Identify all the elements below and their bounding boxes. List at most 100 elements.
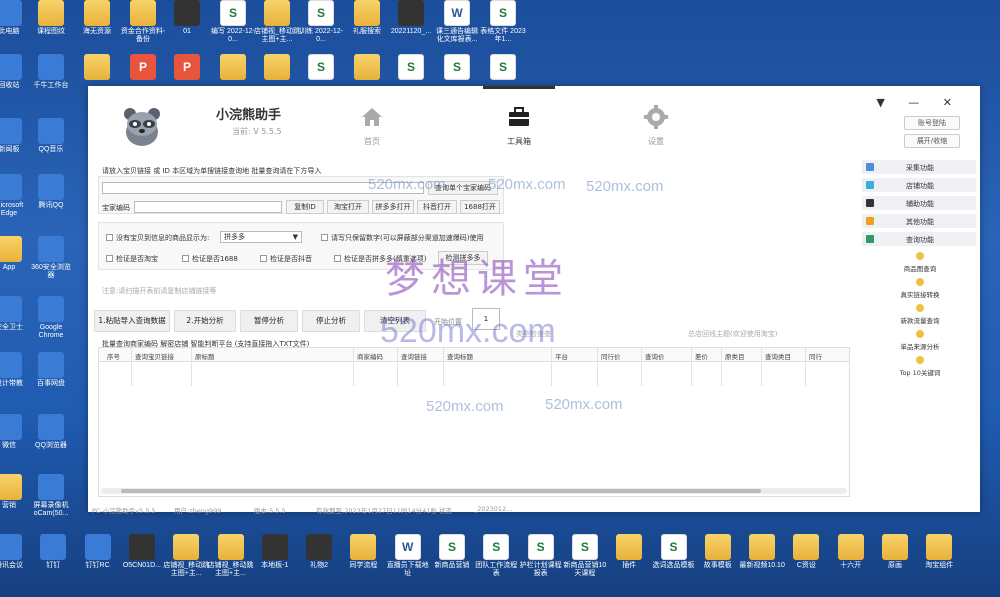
tab-home[interactable]: 首页 <box>342 104 402 147</box>
desktop-icon[interactable]: 20221120_... <box>388 0 434 36</box>
sidebar-feature-item[interactable]: 商品图查询 <box>882 252 958 273</box>
desktop-icon[interactable]: 故事模板 <box>695 534 741 570</box>
desktop-icon[interactable]: S 编写 2022-12-0... <box>210 0 256 44</box>
import-data-button[interactable]: 1.粘贴导入查询数据 <box>94 310 170 332</box>
desktop-icon[interactable]: 屏幕录像机 oCam(50... <box>28 474 74 518</box>
table-column-header[interactable]: 查询宝贝链接 <box>135 351 174 361</box>
desktop-icon[interactable]: 店铺视_移动跳主图+主... <box>163 534 209 578</box>
desktop-icon[interactable]: 千牛工作台 <box>28 54 74 90</box>
sidebar-menu-item[interactable]: 查询功能 <box>862 232 976 247</box>
start-analysis-button[interactable]: 2.开始分析 <box>174 310 236 332</box>
table-column-header[interactable]: 平台 <box>555 351 568 361</box>
desktop-icon[interactable]: 店铺视_移动跳主图+主... <box>208 534 254 578</box>
table-column-header[interactable]: 原类目 <box>725 351 745 361</box>
desktop-icon[interactable]: 同学流程 <box>340 534 386 570</box>
desktop-icon[interactable]: 360安全浏览器 <box>28 236 74 280</box>
login-button[interactable]: 账号登陆 <box>904 116 960 130</box>
desktop-icon[interactable]: C资设 <box>783 534 829 570</box>
tab-settings[interactable]: 设置 <box>626 104 686 147</box>
sidebar-feature-item[interactable]: 真实链接转换 <box>882 278 958 299</box>
results-table[interactable]: 序号 查询宝贝链接 原标题 商家编码 查询链接 查询标题 平台 同行价 查询价 差价 原类目 查询类目… <box>98 347 850 497</box>
desktop-icon[interactable] <box>74 54 120 82</box>
fallback-display-checkbox[interactable]: 没有宝贝到信息的商品显示为: <box>106 233 209 243</box>
copy-id-button[interactable]: 复制ID <box>286 200 324 214</box>
desktop-icon[interactable]: 课程图纹 <box>28 0 74 36</box>
open-pinduoduo-button[interactable]: 拼多多打开 <box>372 200 414 214</box>
desktop-icon[interactable]: 01 <box>164 0 210 36</box>
desktop-icon[interactable]: S <box>480 54 526 82</box>
desktop-icon[interactable]: 海无资源 <box>74 0 120 36</box>
table-column-header[interactable]: 查询价 <box>645 351 665 361</box>
sidebar-menu-item[interactable]: 采集功能 <box>862 160 976 175</box>
desktop-icon[interactable] <box>344 54 390 82</box>
verify-taobao-checkbox[interactable]: 检证是否淘宝 <box>106 254 158 264</box>
desktop-icon[interactable]: P <box>120 54 166 82</box>
desktop-icon[interactable]: 百事网盘 <box>28 352 74 388</box>
sidebar-menu-item[interactable]: 辅助功能 <box>862 196 976 211</box>
fallback-platform-select[interactable]: 拼多多 ▼ <box>220 231 302 243</box>
table-column-header[interactable]: 序号 <box>107 351 120 361</box>
desktop-icon[interactable]: Google Chrome <box>28 296 74 340</box>
sidebar-feature-item[interactable]: 单品来源分析 <box>882 330 958 351</box>
table-column-header[interactable]: 原标题 <box>195 351 215 361</box>
query-single-button[interactable]: 查询单个宝家编码 <box>428 181 498 195</box>
desktop-icon[interactable]: O5CN01D... <box>119 534 165 570</box>
desktop-icon[interactable] <box>210 54 256 82</box>
desktop-icon[interactable]: S 表格文件 2023年1... <box>480 0 526 44</box>
table-column-header[interactable]: 查询标题 <box>447 351 473 361</box>
desktop-icon[interactable]: 最新视频10.10 <box>739 534 785 570</box>
desktop-icon[interactable]: S <box>388 54 434 82</box>
table-column-header[interactable]: 商家编码 <box>357 351 383 361</box>
desktop-icon[interactable]: 资金合作资料-备份 <box>120 0 166 44</box>
table-column-header[interactable]: 同行价 <box>601 351 621 361</box>
desktop-icon[interactable]: S 新商品营销10天课程 <box>562 534 608 578</box>
desktop-icon[interactable]: 腾讯QQ <box>28 174 74 210</box>
link-input[interactable] <box>102 182 424 194</box>
open-douyin-button[interactable]: 抖音打开 <box>417 200 457 214</box>
desktop-icon[interactable]: S <box>434 54 480 82</box>
scrollbar-thumb[interactable] <box>121 489 761 493</box>
open-1688-button[interactable]: 1688打开 <box>460 200 500 214</box>
table-column-header[interactable]: 查询链接 <box>401 351 427 361</box>
verify-1688-checkbox[interactable]: 检证是否1688 <box>182 254 238 264</box>
desktop-icon[interactable]: S 训练 2022-12-0... <box>298 0 344 44</box>
horizontal-scrollbar[interactable] <box>101 488 847 494</box>
desktop-icon[interactable]: 原画 <box>872 534 918 570</box>
table-column-header[interactable]: 同行 <box>809 351 822 361</box>
desktop-icon[interactable]: S 选词选品模板 <box>651 534 697 570</box>
code-input[interactable] <box>134 201 282 213</box>
sidebar-feature-item[interactable]: Top 10关键词 <box>882 356 958 377</box>
window-controls[interactable]: ▼ — ✕ <box>876 96 962 109</box>
table-column-header[interactable]: 差价 <box>695 351 708 361</box>
desktop-icon[interactable]: 钉钉RC <box>75 534 121 570</box>
digits-only-checkbox[interactable]: 请写只保留数字(可以屏蔽部分渠道加速爆码)使用 <box>321 233 483 243</box>
desktop-icon[interactable]: 十六开 <box>828 534 874 570</box>
desktop-icon[interactable]: 淘宝组件 <box>916 534 962 570</box>
desktop-icon[interactable]: 本地板-1 <box>252 534 298 570</box>
desktop-icon[interactable]: W 课三通告编辑化文库报表... <box>434 0 480 44</box>
desktop-icon[interactable]: QQ音乐 <box>28 118 74 154</box>
stop-analysis-button[interactable]: 停止分析 <box>302 310 360 332</box>
desktop-icon[interactable]: 插件 <box>606 534 652 570</box>
sidebar-menu-item[interactable]: 其他功能 <box>862 214 976 229</box>
tab-toolbox[interactable]: 工具箱 <box>483 86 555 147</box>
desktop-icon[interactable]: S 新商品营销 <box>429 534 475 570</box>
desktop-icon[interactable]: 腾讯会议 <box>0 534 32 570</box>
desktop-icon[interactable]: S <box>298 54 344 82</box>
sidebar-feature-item[interactable]: 新款流量查询 <box>882 304 958 325</box>
desktop-icon[interactable]: QQ浏览器 <box>28 414 74 450</box>
pause-analysis-button[interactable]: 暂停分析 <box>240 310 298 332</box>
desktop-icon[interactable]: 礼服搜索 <box>344 0 390 36</box>
verify-douyin-checkbox[interactable]: 检证是否抖音 <box>260 254 312 264</box>
sidebar-menu-item[interactable]: 店铺功能 <box>862 178 976 193</box>
desktop-icon[interactable]: S 团队工作流程表 <box>473 534 519 578</box>
table-column-header[interactable]: 查询类目 <box>765 351 791 361</box>
desktop-icon[interactable]: S 护栏计划课程报表 <box>518 534 564 578</box>
desktop-icon[interactable]: P <box>164 54 210 82</box>
open-taobao-button[interactable]: 淘宝打开 <box>327 200 369 214</box>
desktop-icon[interactable]: 店铺视_移动跳主图+主... <box>254 0 300 44</box>
desktop-icon[interactable]: 钉钉 <box>30 534 76 570</box>
expand-collapse-button[interactable]: 展开/收缩 <box>904 134 960 148</box>
desktop-icon[interactable]: 礼物2 <box>296 534 342 570</box>
desktop-icon[interactable] <box>254 54 300 82</box>
